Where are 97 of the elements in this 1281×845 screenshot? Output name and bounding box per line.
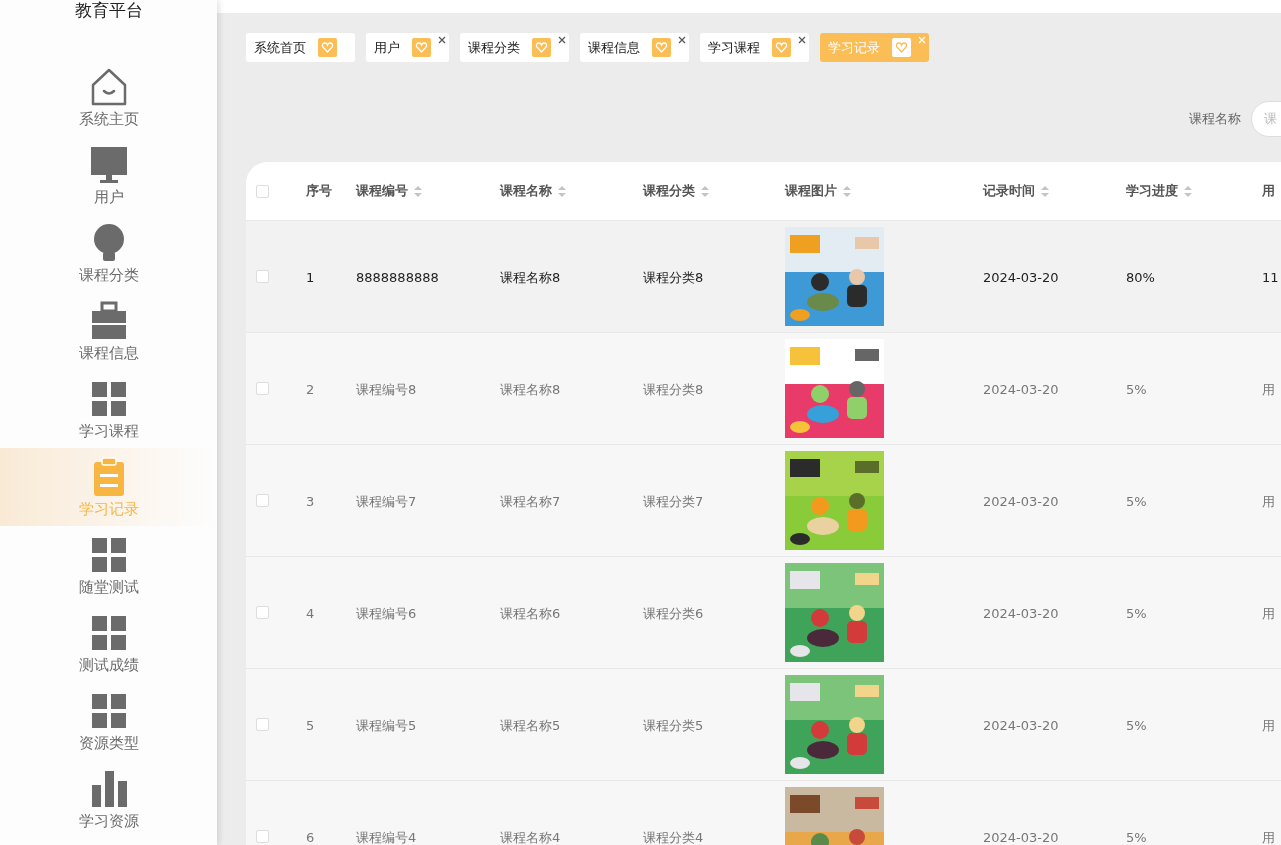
table-cell: 5% xyxy=(1126,381,1147,397)
sidebar-item[interactable]: 课程信息 xyxy=(0,292,217,370)
table-cell: 课程分类4 xyxy=(643,829,704,845)
sort-icon[interactable] xyxy=(1184,185,1192,197)
table-cell: 课程名称8 xyxy=(500,269,561,285)
table-cell: 课程编号4 xyxy=(356,829,417,845)
table-cell: 4 xyxy=(306,605,315,621)
checkbox[interactable] xyxy=(256,270,269,283)
table-cell: 课程名称5 xyxy=(500,717,561,733)
column-header[interactable]: 课程名称 xyxy=(500,181,552,201)
tab-label: 课程分类 xyxy=(468,38,520,57)
checkbox[interactable] xyxy=(256,184,269,198)
checkbox[interactable] xyxy=(256,494,269,507)
sort-icon[interactable] xyxy=(1041,185,1049,197)
nav-tab[interactable]: 课程分类 xyxy=(460,33,569,62)
table-cell: 2024-03-20 xyxy=(983,269,1059,285)
nav-tab[interactable]: 用户 xyxy=(366,33,449,62)
table-cell: 2024-03-20 xyxy=(983,381,1059,397)
table-cell: 3 xyxy=(306,493,315,509)
table-cell: 课程名称6 xyxy=(500,605,561,621)
table-row[interactable]: 6 课程编号4 课程名称4 课程分类4 2024-03-20 5% 用 xyxy=(246,780,1281,845)
search-field[interactable]: 课 xyxy=(1251,100,1281,137)
table-cell: 课程分类7 xyxy=(643,493,704,509)
table-cell: 课程分类8 xyxy=(643,269,704,285)
tab-label: 用户 xyxy=(374,38,400,57)
table-cell: 课程名称4 xyxy=(500,829,561,845)
search-label: 课程名称 xyxy=(1189,109,1241,128)
sidebar-item[interactable]: 资源类型 xyxy=(0,682,217,760)
table-cell: 5% xyxy=(1126,829,1147,845)
column-header[interactable]: 用 xyxy=(1262,181,1275,201)
sidebar-item[interactable]: 用户 xyxy=(0,136,217,214)
table-cell: 用 xyxy=(1262,381,1275,397)
table-row[interactable]: 3 课程编号7 课程名称7 课程分类7 2024-03-20 5% 用 xyxy=(246,444,1281,556)
nav-tab[interactable]: 课程信息 xyxy=(580,33,689,62)
table-cell: 11 xyxy=(1262,269,1279,285)
checkbox[interactable] xyxy=(256,718,269,731)
table-cell: 用 xyxy=(1262,605,1275,621)
table-cell: 课程分类6 xyxy=(643,605,704,621)
close-icon[interactable] xyxy=(678,36,686,44)
table-cell: 课程编号8 xyxy=(356,381,417,397)
sidebar-item[interactable]: 随堂测试 xyxy=(0,526,217,604)
table-cell: 课程编号7 xyxy=(356,493,417,509)
sort-icon[interactable] xyxy=(843,185,851,197)
column-header[interactable]: 课程图片 xyxy=(785,181,837,201)
tab-label: 学习记录 xyxy=(828,38,880,57)
table-cell: 用 xyxy=(1262,829,1275,845)
sort-icon[interactable] xyxy=(701,185,709,197)
nav-tab[interactable]: 系统首页 xyxy=(246,33,355,62)
nav-tab[interactable]: 学习课程 xyxy=(700,33,809,62)
close-icon[interactable] xyxy=(798,36,806,44)
table-cell: 2 xyxy=(306,381,315,397)
table-cell: 5% xyxy=(1126,605,1147,621)
table-cell: 用 xyxy=(1262,717,1275,733)
table-cell: 课程名称7 xyxy=(500,493,561,509)
table-row[interactable]: 4 课程编号6 课程名称6 课程分类6 2024-03-20 5% 用 xyxy=(246,556,1281,668)
table-cell: 8888888888 xyxy=(356,269,439,285)
checkbox[interactable] xyxy=(256,606,269,619)
sidebar-item[interactable]: 学习资源 xyxy=(0,760,217,838)
table-row[interactable]: 2 课程编号8 课程名称8 课程分类8 2024-03-20 5% 用 xyxy=(246,332,1281,444)
table-cell: 6 xyxy=(306,829,315,845)
table-cell: 1 xyxy=(306,269,315,285)
table-cell: 5 xyxy=(306,717,315,733)
column-header[interactable]: 学习进度 xyxy=(1126,181,1178,201)
column-header[interactable]: 记录时间 xyxy=(983,181,1035,201)
table-cell: 5% xyxy=(1126,493,1147,509)
sidebar-item[interactable]: 系统主页 xyxy=(0,58,217,136)
column-header[interactable]: 课程分类 xyxy=(643,181,695,201)
table-cell: 80% xyxy=(1126,269,1155,285)
sidebar-item[interactable]: 课程分类 xyxy=(0,214,217,292)
table-cell: 2024-03-20 xyxy=(983,829,1059,845)
sort-icon[interactable] xyxy=(414,185,422,197)
table-row[interactable]: 1 8888888888 课程名称8 课程分类8 2024-03-20 80% 11 xyxy=(246,220,1281,332)
table-cell: 课程分类5 xyxy=(643,717,704,733)
table-row[interactable]: 5 课程编号5 课程名称5 课程分类5 2024-03-20 5% 用 xyxy=(246,668,1281,780)
checkbox[interactable] xyxy=(256,382,269,395)
sidebar-item[interactable]: 学习课程 xyxy=(0,370,217,448)
table-cell: 2024-03-20 xyxy=(983,717,1059,733)
table-cell: 5% xyxy=(1126,717,1147,733)
table-cell: 课程编号6 xyxy=(356,605,417,621)
tab-label: 学习课程 xyxy=(708,38,760,57)
close-icon[interactable] xyxy=(438,36,446,44)
tab-label: 课程信息 xyxy=(588,38,640,57)
column-header[interactable]: 课程编号 xyxy=(356,181,408,201)
table-cell: 课程名称8 xyxy=(500,381,561,397)
app-title: 教育平台 xyxy=(73,0,144,22)
table-cell: 2024-03-20 xyxy=(983,493,1059,509)
sort-icon[interactable] xyxy=(558,185,566,197)
checkbox[interactable] xyxy=(256,830,269,843)
table-cell: 2024-03-20 xyxy=(983,605,1059,621)
table-cell: 课程编号5 xyxy=(356,717,417,733)
column-header[interactable]: 序号 xyxy=(306,181,332,201)
sidebar-item[interactable]: 测试成绩 xyxy=(0,604,217,682)
table-cell: 课程分类8 xyxy=(643,381,704,397)
tab-label: 系统首页 xyxy=(254,38,306,57)
close-icon[interactable] xyxy=(558,36,566,44)
monitor-icon xyxy=(88,144,129,185)
table-cell: 用 xyxy=(1262,493,1275,509)
